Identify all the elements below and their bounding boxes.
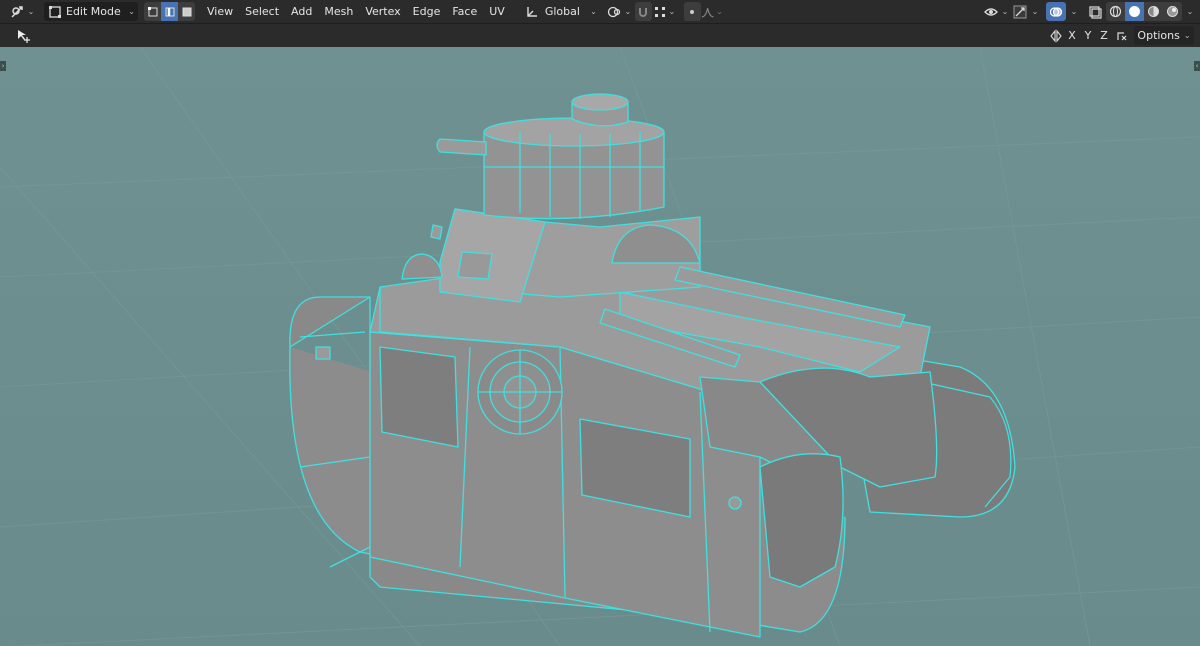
pivot-point-icon — [608, 6, 621, 17]
menu-view[interactable]: View — [201, 2, 239, 21]
wireframe-shading-button[interactable] — [1106, 2, 1125, 21]
orientation-label: Global — [544, 5, 580, 18]
falloff-icon — [701, 7, 714, 17]
vertex-select-icon — [147, 6, 157, 16]
snap-target-icon — [655, 6, 666, 17]
mirror-z-toggle[interactable]: Z — [1096, 26, 1112, 45]
chevron-down-icon: ⌄ — [27, 7, 35, 16]
chevron-down-icon: ⌄ — [1070, 7, 1078, 16]
mirror-y-toggle[interactable]: Y — [1080, 26, 1096, 45]
object-visibility-button[interactable]: ⌄ — [982, 2, 1010, 21]
auto-merge-icon — [1117, 31, 1127, 40]
mode-label: Edit Mode — [66, 5, 121, 18]
viewport-header: ⌄ Edit Mode ⌄ View Select Add Mesh Verte… — [0, 0, 1200, 24]
chevron-down-icon: ⌄ — [128, 7, 135, 16]
solid-shading-icon — [1129, 6, 1140, 17]
mirror-icon — [1050, 28, 1062, 43]
snap-toggle[interactable] — [634, 2, 652, 21]
viewport-scene — [0, 47, 1200, 646]
auto-merge-button[interactable] — [1112, 26, 1132, 45]
chevron-down-icon: ⌄ — [624, 7, 632, 16]
shading-options-button[interactable]: ⌄ — [1182, 2, 1196, 21]
menu-vertex[interactable]: Vertex — [359, 2, 406, 21]
proportional-edit-icon — [690, 9, 695, 14]
menu-edge[interactable]: Edge — [407, 2, 447, 21]
overlay-toggle[interactable] — [1046, 2, 1066, 21]
editor-type-icon — [11, 5, 23, 18]
object-visibility-icon — [983, 7, 998, 16]
3d-viewport[interactable]: › ‹ — [0, 47, 1200, 646]
chevron-down-icon: ⌄ — [1183, 31, 1191, 40]
tool-settings-bar: X Y Z Options ⌄ — [0, 24, 1200, 47]
wireframe-shading-icon — [1109, 5, 1122, 18]
chevron-down-icon: ⌄ — [1031, 7, 1039, 16]
xray-toggle[interactable] — [1086, 2, 1104, 21]
edge-select-icon — [165, 7, 174, 16]
chevron-down-icon: ⌄ — [668, 7, 676, 16]
falloff-button[interactable]: ⌄ — [701, 2, 723, 21]
menu-face[interactable]: Face — [446, 2, 483, 21]
toolbar-expand-arrow[interactable]: › — [0, 61, 6, 71]
mirror-button[interactable] — [1048, 26, 1064, 45]
gizmo-button[interactable]: ⌄ — [1010, 2, 1040, 21]
chevron-down-icon: ⌄ — [590, 7, 597, 16]
snap-icon — [639, 7, 648, 17]
gizmo-icon — [1013, 5, 1027, 18]
edge-select-button[interactable] — [161, 2, 178, 21]
options-label: Options — [1137, 29, 1180, 42]
chevron-down-icon: ⌄ — [1186, 7, 1194, 16]
rendered-shading-button[interactable] — [1163, 2, 1182, 21]
side-wheel — [477, 349, 563, 435]
menu-add[interactable]: Add — [285, 2, 318, 21]
mode-selector[interactable]: Edit Mode ⌄ — [44, 2, 138, 21]
tool-cursor-icon — [18, 29, 30, 43]
shading-mode-group — [1106, 2, 1182, 21]
select-mode-group — [144, 2, 195, 21]
snap-target-button[interactable]: ⌄ — [652, 2, 678, 21]
options-dropdown[interactable]: Options ⌄ — [1134, 26, 1194, 45]
sidebar-expand-arrow[interactable]: ‹ — [1194, 61, 1200, 71]
face-select-button[interactable] — [178, 2, 195, 21]
vertex-select-button[interactable] — [144, 2, 161, 21]
material-shading-icon — [1148, 6, 1159, 17]
solid-shading-button[interactable] — [1125, 2, 1144, 21]
mirror-x-toggle[interactable]: X — [1064, 26, 1080, 45]
chevron-down-icon: ⌄ — [716, 7, 723, 16]
menu-uv[interactable]: UV — [483, 2, 511, 21]
xray-icon — [1089, 5, 1102, 19]
material-shading-button[interactable] — [1144, 2, 1163, 21]
edit-mode-icon — [49, 5, 61, 18]
transform-orientation-icon — [527, 6, 537, 17]
chevron-down-icon: ⌄ — [1001, 7, 1009, 16]
overlay-options-button[interactable]: ⌄ — [1066, 2, 1080, 21]
editor-type-button[interactable]: ⌄ — [6, 2, 38, 21]
menu-select[interactable]: Select — [239, 2, 285, 21]
rendered-shading-icon — [1167, 6, 1178, 17]
overlay-icon — [1049, 6, 1063, 17]
menu-mesh[interactable]: Mesh — [318, 2, 359, 21]
pivot-point-button[interactable]: ⌄ — [605, 2, 633, 21]
proportional-edit-toggle[interactable] — [683, 2, 701, 21]
transform-orientation-selector[interactable]: Global ⌄ — [525, 2, 597, 21]
tool-cursor-button[interactable] — [14, 26, 34, 45]
turret — [483, 93, 665, 220]
face-select-icon — [182, 7, 191, 16]
